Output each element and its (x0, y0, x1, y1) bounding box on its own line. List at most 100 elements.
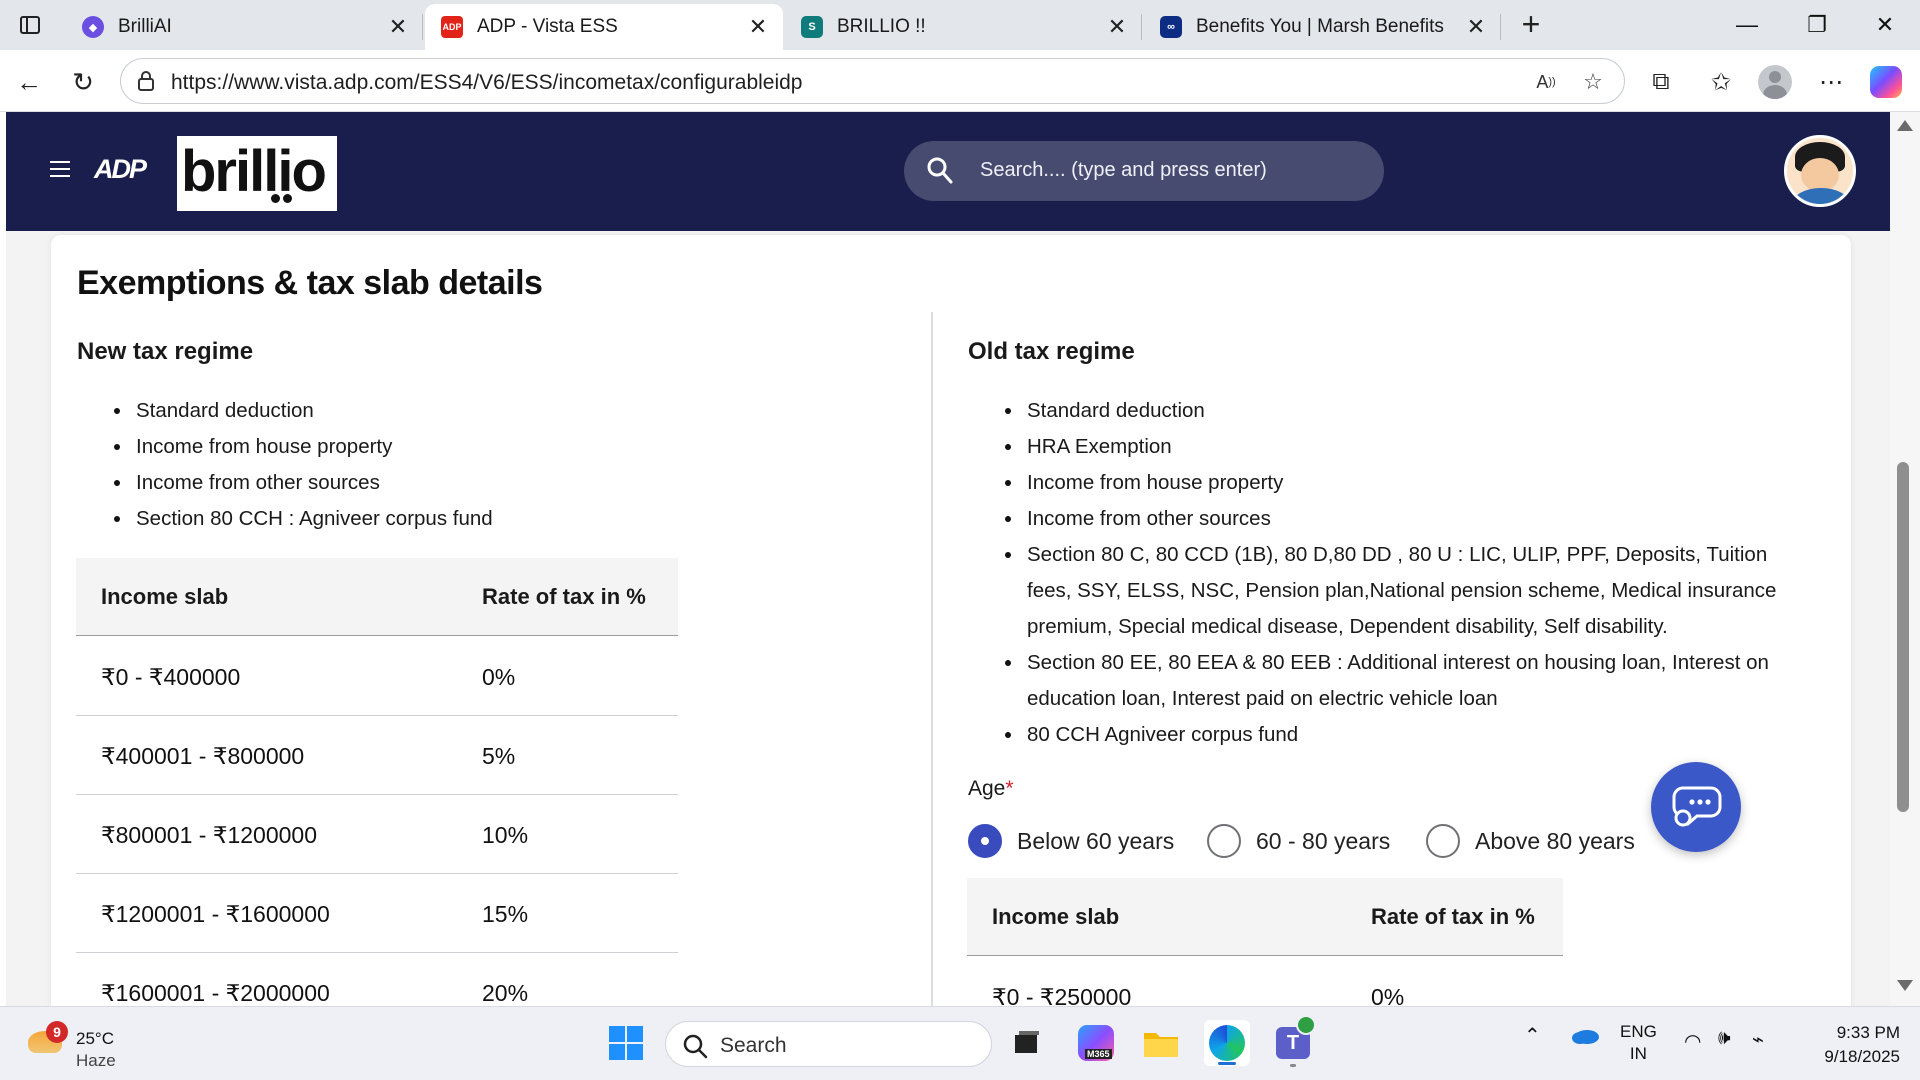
minimize-icon[interactable]: — (1712, 0, 1782, 50)
table-row: ₹800001 - ₹1200000 10% (76, 795, 678, 874)
read-aloud-icon[interactable]: A)) (1531, 67, 1561, 97)
tab-marsh-benefits[interactable]: ∞ Benefits You | Marsh Benefits ✕ (1144, 4, 1501, 50)
brillio-logo[interactable]: brillio (177, 136, 337, 211)
table-row: ₹1200001 - ₹1600000 15% (76, 874, 678, 953)
menu-icon[interactable] (50, 161, 70, 177)
tab-adp-vista-ess[interactable]: ADP ADP - Vista ESS ✕ (425, 4, 783, 50)
taskbar-search[interactable]: Search (665, 1021, 992, 1067)
profile-icon[interactable] (1756, 63, 1794, 101)
adp-header: ADP brillio Search.... (type and press e… (6, 112, 1890, 231)
teams-icon: T (1276, 1015, 1316, 1059)
chat-support-button[interactable] (1651, 762, 1741, 852)
radio-unselected-icon[interactable] (1207, 824, 1241, 858)
volume-icon[interactable]: 🕪 (1718, 1027, 1731, 1050)
temperature: 25°C (76, 1029, 114, 1048)
extensions-icon[interactable]: ⧉ (1642, 63, 1680, 101)
tab-title: BRILLIO !! (837, 16, 926, 37)
new-tab-button[interactable]: + (1514, 8, 1548, 42)
radio-label: 60 - 80 years (1256, 827, 1391, 854)
search-input[interactable]: Search.... (type and press enter) (904, 141, 1384, 201)
column-header: Income slab (101, 584, 229, 609)
scroll-thumb[interactable] (1897, 462, 1909, 812)
system-clock[interactable]: 9:33 PM 9/18/2025 (1800, 1021, 1900, 1069)
list-item-continuation: fees, SSY, ELSS, NSC, Pension plan,Natio… (1027, 579, 1777, 602)
user-avatar[interactable] (1784, 135, 1856, 207)
brilliai-icon: ◆ (82, 16, 104, 38)
adp-icon: ADP (441, 16, 463, 38)
table-header: Income slab Rate of tax in % (76, 558, 678, 636)
refresh-icon[interactable]: ↻ (64, 63, 102, 101)
tab-brilliai[interactable]: ◆ BrilliAI ✕ (66, 4, 423, 50)
scroll-up-icon[interactable] (1897, 120, 1913, 131)
page-scrollbar[interactable] (1890, 112, 1920, 1006)
page-viewport: ADP brillio Search.... (type and press e… (6, 112, 1890, 1006)
age-radio-above-80[interactable]: Above 80 years (1426, 824, 1635, 858)
scroll-down-icon[interactable] (1897, 980, 1913, 991)
close-tab-icon[interactable]: ✕ (1461, 12, 1491, 42)
weather-widget[interactable]: 9 25°C Haze (24, 1021, 164, 1071)
old-regime-slab-table: Income slab Rate of tax in % ₹0 - ₹25000… (967, 878, 1563, 1006)
list-item-continuation: premium, Special medical disease, Depend… (1027, 615, 1668, 638)
date: 9/18/2025 (1824, 1047, 1900, 1066)
show-hidden-icons[interactable]: ⌃ (1524, 1023, 1541, 1048)
tab-brillio[interactable]: S BRILLIO !! ✕ (785, 4, 1142, 50)
language-indicator[interactable]: ENG IN (1620, 1021, 1657, 1065)
onedrive-icon[interactable] (1570, 1025, 1600, 1050)
new-regime-title: New tax regime (77, 338, 254, 365)
table-header: Income slab Rate of tax in % (967, 878, 1563, 956)
windows-start-icon (609, 1026, 643, 1060)
page-title: Exemptions & tax slab details (77, 264, 543, 302)
radio-selected-icon[interactable] (968, 824, 1002, 858)
list-item: Section 80 CCH : Agniveer corpus fund (114, 501, 814, 537)
list-item-continuation: education loan, Interest paid on electri… (1027, 687, 1498, 710)
battery-charging-icon[interactable]: ⌁ (1752, 1027, 1764, 1052)
edge-icon (1209, 1025, 1245, 1061)
file-explorer-app[interactable] (1138, 1020, 1184, 1066)
back-icon[interactable]: ← (10, 63, 48, 101)
favorite-star-icon[interactable]: ☆ (1578, 67, 1608, 97)
close-tab-icon[interactable]: ✕ (743, 12, 773, 42)
adp-logo[interactable]: ADP (94, 154, 152, 184)
wifi-icon[interactable]: ◠ (1684, 1029, 1701, 1054)
search-icon (683, 1034, 708, 1059)
task-view-button[interactable] (1004, 1020, 1050, 1066)
edge-app[interactable] (1204, 1020, 1250, 1066)
list-item: Income from house property (1005, 465, 1825, 501)
search-placeholder: Search (720, 1034, 787, 1057)
more-options-icon[interactable]: ⋯ (1812, 63, 1850, 101)
list-item: Section 80 EE, 80 EEA & 80 EEB : Additio… (1005, 645, 1825, 681)
teams-app[interactable]: T (1270, 1015, 1316, 1067)
age-label: Age* (968, 777, 1014, 800)
address-bar[interactable]: https://www.vista.adp.com/ESS4/V6/ESS/in… (120, 58, 1625, 104)
income-slab-cell: ₹1200001 - ₹1600000 (101, 901, 330, 927)
m365-app[interactable]: M365 (1073, 1020, 1119, 1066)
radio-unselected-icon[interactable] (1426, 824, 1460, 858)
column-header: Income slab (992, 904, 1120, 929)
income-slab-cell: ₹0 - ₹400000 (101, 664, 241, 690)
notification-badge: 9 (46, 1021, 68, 1043)
copilot-icon[interactable] (1867, 63, 1905, 101)
age-radio-below-60[interactable]: Below 60 years (968, 824, 1174, 858)
time: 9:33 PM (1836, 1023, 1900, 1042)
income-slab-cell: ₹800001 - ₹1200000 (101, 822, 317, 848)
close-tab-icon[interactable]: ✕ (383, 12, 413, 42)
radio-label: Below 60 years (1017, 827, 1175, 854)
new-regime-slab-table: Income slab Rate of tax in % ₹0 - ₹40000… (76, 558, 678, 1006)
start-button[interactable] (603, 1020, 649, 1066)
income-slab-cell: ₹0 - ₹250000 (992, 984, 1132, 1006)
restore-icon[interactable]: ❐ (1782, 0, 1852, 50)
close-window-icon[interactable]: ✕ (1850, 0, 1920, 50)
column-header: Rate of tax in % (482, 584, 646, 609)
workspaces-icon[interactable] (12, 10, 48, 40)
tax-rate-cell: 5% (482, 743, 516, 769)
url-text[interactable]: https://www.vista.adp.com/ESS4/V6/ESS/in… (171, 71, 803, 95)
favorites-icon[interactable]: ✩ (1702, 63, 1740, 101)
close-tab-icon[interactable]: ✕ (1102, 12, 1132, 42)
column-header: Rate of tax in % (1371, 904, 1535, 929)
age-radio-60-80[interactable]: 60 - 80 years (1207, 824, 1390, 858)
table-row: ₹1600001 - ₹2000000 20% (76, 953, 678, 1006)
column-divider (931, 312, 933, 1006)
income-slab-cell: ₹1600001 - ₹2000000 (101, 980, 330, 1006)
sharepoint-icon: S (801, 16, 823, 38)
tax-rate-cell: 15% (482, 901, 529, 927)
